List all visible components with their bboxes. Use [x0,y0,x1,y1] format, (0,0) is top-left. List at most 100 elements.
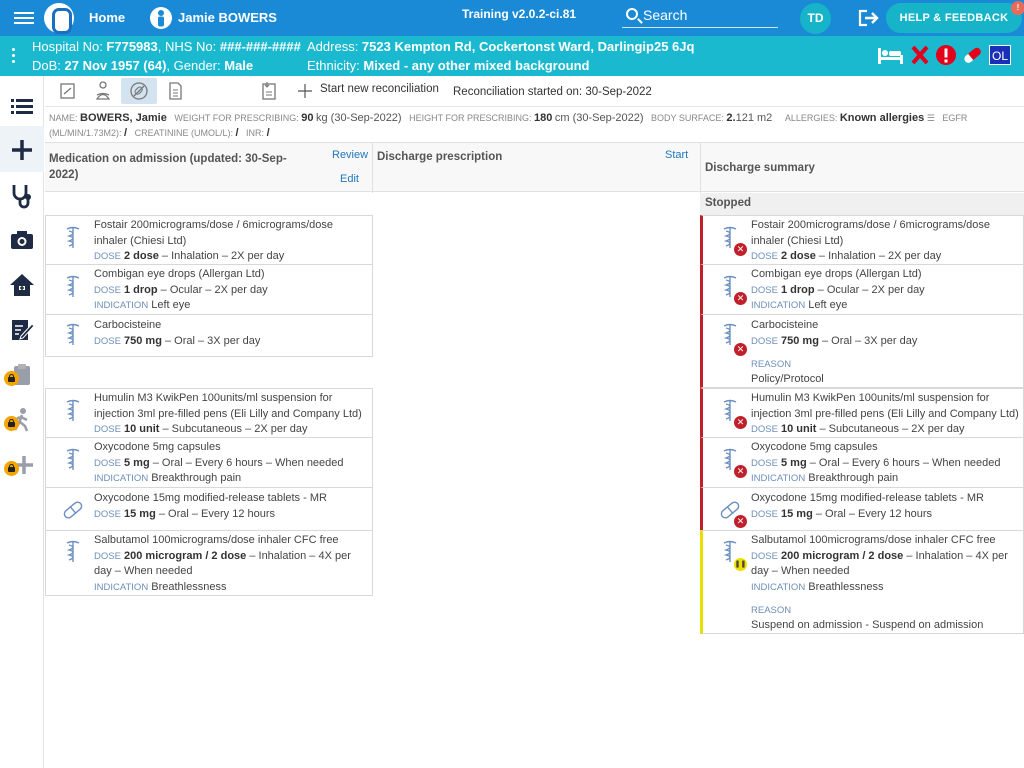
camera-icon[interactable] [8,226,36,254]
stopped-x-icon: ✕ [734,292,747,305]
medication-dose: 15 mg [781,507,813,520]
info-bsa-label: BODY SURFACE: [651,113,724,123]
banner-more-icon[interactable] [12,48,16,66]
summary-med-card-stopped[interactable]: ✕ Oxycodone 5mg capsules DOSE 5 mg – Oral… [700,437,1024,488]
stopped-x-icon: ✕ [734,515,747,528]
columns-header: Medication on admission (updated: 30-Sep… [45,142,1024,193]
discharge-summary-title: Discharge summary [705,162,815,174]
medication-dose: 15 mg [124,507,156,520]
medication-dose: 2 dose [781,250,816,262]
address-label: Address: [307,39,362,54]
logout-icon[interactable] [858,9,880,27]
pill-icon[interactable] [961,44,985,66]
medication-name: Salbutamol 100micrograms/dose inhaler CF… [94,534,339,546]
banner-dob: DoB: 27 Nov 1957 (64), Gender: Male [32,58,253,73]
summary-med-card-suspended[interactable]: ❚❚ Salbutamol 100micrograms/dose inhaler… [700,530,1024,634]
medication-dose: 1 drop [781,283,815,296]
discharge-toolbar-button[interactable] [121,78,157,104]
indication-label: INDICATION [94,581,149,593]
ethnicity: Mixed - any other mixed background [363,58,590,73]
plus-icon[interactable] [8,136,36,164]
alert-x-icon[interactable] [910,44,930,66]
dose-label: DOSE [751,508,778,520]
medication-route: – Oral – Every 6 hours – When needed [806,456,1001,469]
menu-icon[interactable] [14,9,34,27]
patient-info-strip: NAME: BOWERS, Jamie WEIGHT FOR PRESCRIBI… [49,111,1009,141]
dose-label: DOSE [751,251,778,262]
stethoscope-icon[interactable] [8,181,36,209]
summary-med-card-stopped[interactable]: ✕ Fostair 200micrograms/dose / 6microgra… [700,215,1024,265]
admission-med-card[interactable]: Salbutamol 100micrograms/dose inhaler CF… [45,530,373,596]
help-feedback-button[interactable]: HELP & FEEDBACK [886,3,1022,33]
ol-badge[interactable]: OL [989,45,1011,65]
home-icon[interactable] [8,271,36,299]
reconcile-admission-icon[interactable] [49,78,85,104]
medication-dose: 1 drop [124,283,158,296]
patient-name: Jamie BOWERS [178,10,277,25]
reconciliation-toolbar: Start new reconciliation Reconciliation … [45,76,1024,107]
info-name: BOWERS, Jamie [80,112,167,124]
medication-dose: 5 mg [781,456,807,469]
info-egfr: / [124,127,128,139]
summary-med-card-stopped[interactable]: ✕ Combigan eye drops (Allergan Ltd) DOSE … [700,264,1024,315]
home-link[interactable]: Home [89,10,125,25]
info-allergies[interactable]: Known allergies [840,112,924,124]
gender-label: , Gender: [166,58,225,73]
admission-med-card[interactable]: Oxycodone 5mg capsules DOSE 5 mg – Oral –… [45,437,373,488]
medication-dose: 750 mg [124,334,162,347]
user-avatar[interactable]: TD [800,3,831,34]
indication-label: INDICATION [751,581,806,593]
medication-route: – Oral – 3X per day [161,334,261,347]
medicine-icon [66,399,80,421]
admission-med-card[interactable]: Carbocisteine DOSE 750 mg – Oral – 3X per… [45,314,373,357]
dose-label: DOSE [94,335,121,347]
start-discharge-link[interactable]: Start [665,149,688,161]
medication-route: – Ocular – 2X per day [157,283,268,296]
allergies-list-icon[interactable]: ☰ [927,113,935,123]
medication-dose: 2 dose [124,250,159,262]
admission-med-card[interactable]: Fostair 200micrograms/dose / 6micrograms… [45,215,373,265]
lock-icon [4,461,19,476]
dose-label: DOSE [751,335,778,347]
warning-icon[interactable] [935,44,957,66]
medication-name: Carbocisteine [751,319,819,331]
plus-icon[interactable] [297,83,313,99]
admission-med-card[interactable]: Oxycodone 15mg modified-release tablets … [45,487,373,531]
gender: Male [224,58,254,73]
search-placeholder: Search [643,7,688,23]
dose-label: DOSE [751,550,778,562]
medication-route: – Subcutaneous – 2X per day [159,423,308,435]
start-new-reconciliation-button[interactable]: Start new reconciliation [320,83,439,95]
summary-med-card-stopped[interactable]: ✕ Oxycodone 15mg modified-release tablet… [700,487,1024,531]
info-bsa: 2. [726,112,736,124]
search-input[interactable]: Search [622,4,778,28]
dose-label: DOSE [751,284,778,296]
medication-dose: 750 mg [781,334,819,347]
medication-indication: Breakthrough pain [808,472,899,484]
bed-icon[interactable] [876,44,904,66]
patient-medication-icon[interactable] [85,78,121,104]
medication-indication: Left eye [808,299,848,311]
indication-label: INDICATION [751,300,806,311]
summary-med-card-stopped[interactable]: ✕ Carbocisteine DOSE 750 mg – Oral – 3X p… [700,314,1024,388]
list-icon[interactable] [8,92,36,120]
review-link[interactable]: Review [332,149,368,161]
stop-reason: Policy/Protocol [751,373,824,385]
medication-name: Fostair 200micrograms/dose / 6micrograms… [94,219,334,247]
medication-name: Humulin M3 KwikPen 100units/ml suspensio… [751,392,1019,420]
info-egfr-unit: (ML/MIN/1.73M2): [49,128,122,138]
edit-document-icon[interactable] [8,316,36,344]
medication-route: – Oral – Every 6 hours – When needed [149,456,344,469]
admission-med-card[interactable]: Combigan eye drops (Allergan Ltd) DOSE 1 … [45,264,373,315]
dose-label: DOSE [94,251,121,262]
admission-med-card[interactable]: Humulin M3 KwikPen 100units/ml suspensio… [45,388,373,438]
info-bsa-unit: 121 m2 [735,112,773,124]
medication-name: Oxycodone 5mg capsules [751,441,878,453]
medicine-icon [66,448,80,470]
summary-med-card-stopped[interactable]: ✕ Humulin M3 KwikPen 100units/ml suspens… [700,388,1024,438]
document-icon[interactable] [157,78,193,104]
edit-link[interactable]: Edit [340,173,359,185]
app-logo-icon[interactable] [44,3,74,34]
suspend-reason: Suspend on admission - Suspend on admiss… [751,619,984,631]
print-pdf-icon[interactable] [251,78,287,104]
